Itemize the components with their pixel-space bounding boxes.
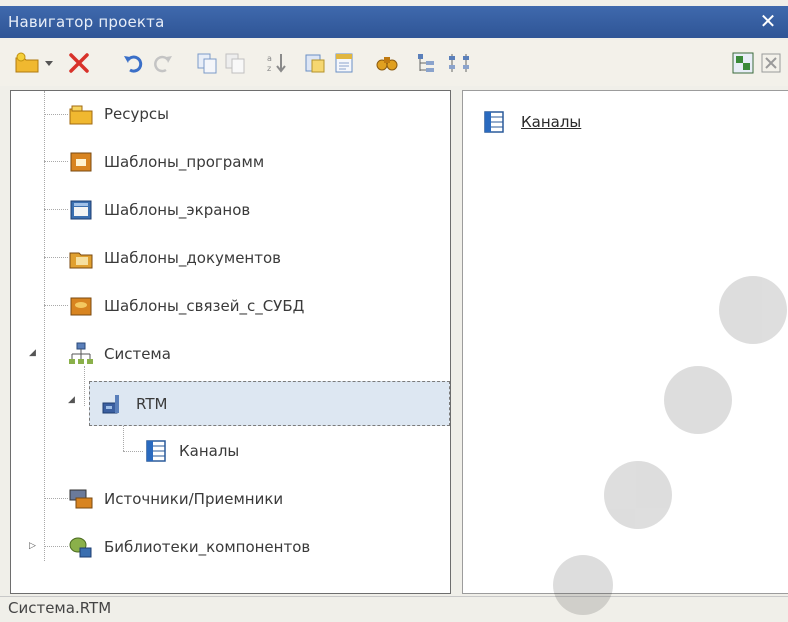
expand-arrow-icon[interactable]: ◢ (29, 348, 39, 358)
tree-item-rtm[interactable]: RTM (89, 381, 450, 426)
expand-arrow-icon[interactable]: ◢ (68, 395, 78, 405)
tree-connector-line (44, 257, 68, 258)
status-text: Система.RTM (8, 599, 112, 617)
tree-connector-line (44, 209, 68, 210)
screen-templates-icon (70, 200, 92, 220)
undo-icon[interactable] (120, 50, 146, 76)
collapse-arrow-icon[interactable]: ▷ (29, 541, 39, 551)
tree-connector-line (123, 451, 143, 452)
content-panel[interactable]: Каналы (462, 90, 788, 594)
close-icon[interactable]: ✕ (756, 9, 780, 33)
properties-icon[interactable] (302, 50, 328, 76)
view-icon[interactable] (730, 50, 756, 76)
system-icon (69, 342, 93, 364)
tree-item-label: Библиотеки_компонентов (104, 538, 311, 556)
tree-item-sources-receivers[interactable]: Источники/Приемники (68, 482, 283, 516)
close-view-icon[interactable] (758, 50, 784, 76)
sources-icon (69, 489, 93, 509)
tree-connector-line (44, 305, 68, 306)
tree-item-label: Шаблоны_программ (104, 153, 265, 171)
libraries-icon (69, 537, 92, 558)
svg-text:a: a (267, 54, 272, 63)
toolbar: az (0, 40, 788, 86)
collapse-tree-icon[interactable] (446, 50, 472, 76)
channels-icon (484, 111, 504, 133)
paste-icon[interactable] (222, 50, 248, 76)
redo-icon[interactable] (150, 50, 176, 76)
sort-icon[interactable]: az (264, 50, 290, 76)
project-navigator-window: Навигатор проекта ✕ az ◢ ◢ ▷ Ресурсы Шаб… (0, 0, 788, 622)
tree-item-label: Шаблоны_связей_с_СУБД (104, 297, 305, 315)
dropdown-icon[interactable] (42, 50, 56, 76)
delete-icon[interactable] (66, 50, 92, 76)
document-templates-icon (69, 252, 93, 269)
copy-icon[interactable] (194, 50, 220, 76)
tree-item-resources[interactable]: Ресурсы (68, 97, 169, 131)
channels-icon (146, 440, 166, 462)
tree-item-label: Ресурсы (104, 105, 170, 123)
tree-connector-line (84, 366, 85, 406)
tree-connector-line (44, 498, 68, 499)
find-icon[interactable] (374, 50, 400, 76)
tree-item-label: Каналы (179, 442, 240, 460)
title-bar: Навигатор проекта ✕ (0, 6, 788, 38)
expand-tree-icon[interactable] (414, 50, 440, 76)
program-templates-icon (70, 152, 92, 172)
status-bar: Система.RTM (0, 596, 788, 622)
tree-item-label: Система (104, 345, 171, 363)
tree-item-component-libraries[interactable]: Библиотеки_компонентов (68, 530, 310, 564)
edit-icon[interactable] (332, 50, 358, 76)
rtm-icon (102, 394, 119, 413)
tree-item-label: RTM (136, 394, 168, 413)
tree-item-label: Источники/Приемники (104, 490, 284, 508)
resources-icon (69, 105, 93, 125)
svg-text:z: z (267, 64, 271, 73)
dbms-templates-icon (70, 297, 92, 316)
project-tree[interactable]: ◢ ◢ ▷ Ресурсы Шаблоны_программ Шаблоны_э… (10, 90, 451, 594)
tree-connector-line (44, 161, 68, 162)
tree-item-label: Шаблоны_документов (104, 249, 281, 267)
tree-item-label: Шаблоны_экранов (104, 201, 251, 219)
tree-item-program-templates[interactable]: Шаблоны_программ (68, 145, 264, 179)
tree-item-system[interactable]: Система (68, 337, 171, 371)
tree-connector-line (44, 546, 68, 547)
content-item-label: Каналы (521, 113, 582, 131)
tree-item-document-templates[interactable]: Шаблоны_документов (68, 241, 281, 275)
window-title: Навигатор проекта (8, 13, 165, 31)
tree-item-screen-templates[interactable]: Шаблоны_экранов (68, 193, 250, 227)
content-item-channels[interactable]: Каналы (481, 109, 581, 135)
create-icon[interactable] (14, 50, 40, 76)
tree-item-dbms-templates[interactable]: Шаблоны_связей_с_СУБД (68, 289, 304, 323)
tree-connector-line (44, 114, 68, 115)
tree-item-channels[interactable]: Каналы (143, 434, 239, 468)
